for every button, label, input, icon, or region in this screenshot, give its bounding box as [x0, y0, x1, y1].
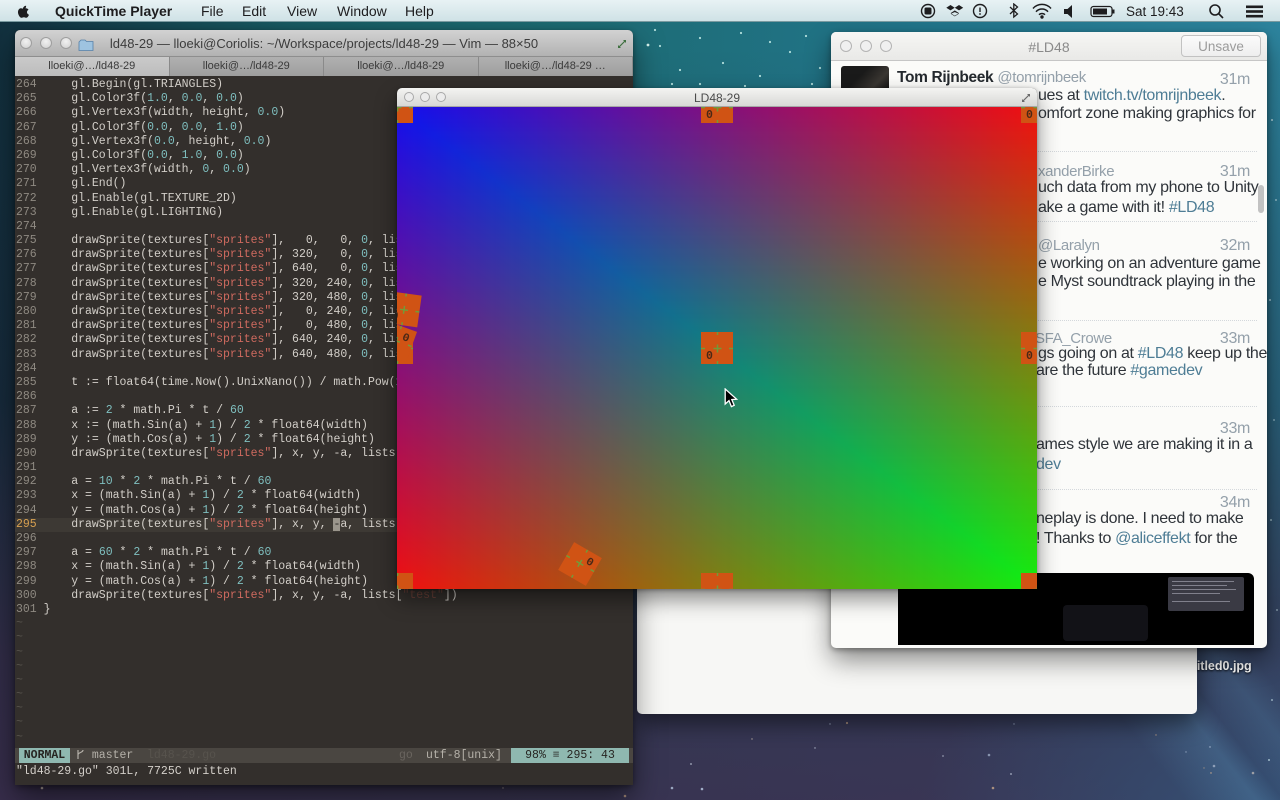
- svg-text:Sat 19:43: Sat 19:43: [1126, 4, 1184, 19]
